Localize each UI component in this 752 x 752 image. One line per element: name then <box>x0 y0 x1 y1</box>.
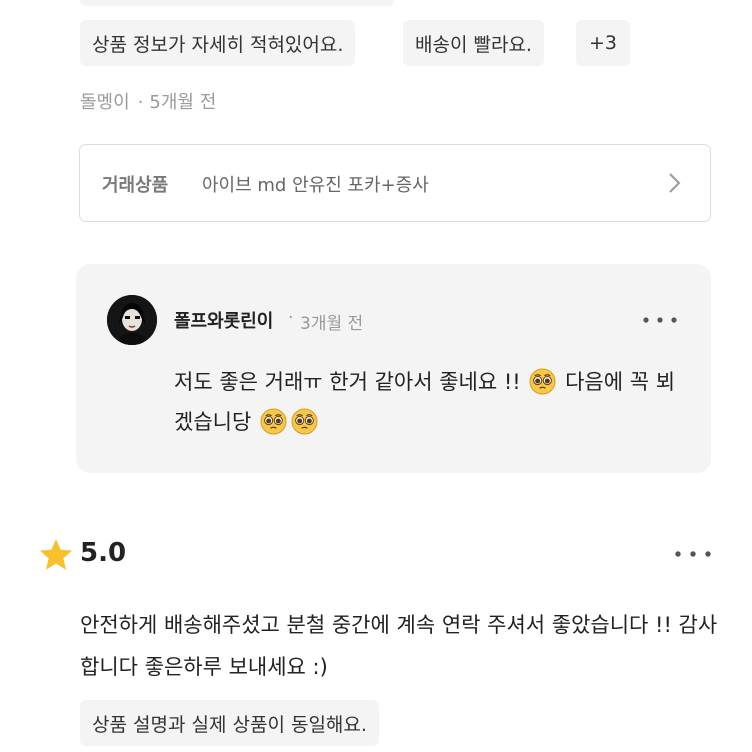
review-tag-label: 배송이 빨라요. <box>415 33 532 56</box>
star-icon <box>40 539 72 570</box>
reviewer-name[interactable]: 돌멩이 <box>80 92 130 113</box>
review-tag-label: 상품 설명과 실제 상품이 동일해요. <box>92 713 367 736</box>
reply-text-part1: 저도 좋은 거래ㅠ 한거 같아서 좋네요 !! <box>174 370 521 394</box>
review-tag-label: 상품 정보가 자세히 적혀있어요. <box>92 33 344 56</box>
traded-product-name: 아이브 md 안유진 포카+증사 <box>202 175 429 196</box>
reply-text: 저도 좋은 거래ㅠ 한거 같아서 좋네요 !! 다음에 꼭 뵈겠습니당 <box>174 362 684 442</box>
pleading-face-icon <box>291 408 318 435</box>
review-text: 안전하게 배송해주셨고 분철 중간에 계속 연락 주셔서 좋았습니다 !! 감사… <box>80 613 718 679</box>
more-tags-label: +3 <box>589 32 618 54</box>
reply-author[interactable]: 폴프와롯린이 <box>174 307 273 333</box>
review-tag-chip: 배송이 빨라요. <box>403 20 544 66</box>
rating-score: 5.0 <box>80 538 127 568</box>
review-tag-chip: 상품 설명과 실제 상품이 동일해요. <box>80 700 379 746</box>
reply-time: 3개월 전 <box>300 314 364 334</box>
review-time: 5개월 전 <box>149 92 217 113</box>
review-tag-chip: 상품 정보가 자세히 적혀있어요. <box>80 20 356 66</box>
more-tags-button[interactable]: +3 <box>576 20 631 66</box>
chevron-right-icon <box>669 173 681 193</box>
more-options-icon[interactable] <box>672 544 714 564</box>
traded-product-card[interactable]: 거래상품 아이브 md 안유진 포카+증사 <box>79 144 711 222</box>
avatar[interactable] <box>107 295 157 345</box>
review-meta: 돌멩이 · 5개월 전 <box>80 92 217 113</box>
meta-separator: · <box>288 308 294 328</box>
more-options-icon[interactable] <box>640 310 680 330</box>
pleading-face-icon <box>260 408 287 435</box>
pleading-face-icon <box>529 368 556 395</box>
traded-product-label: 거래상품 <box>102 175 169 196</box>
previous-tag-chip <box>80 0 394 6</box>
avatar-image <box>107 295 157 345</box>
